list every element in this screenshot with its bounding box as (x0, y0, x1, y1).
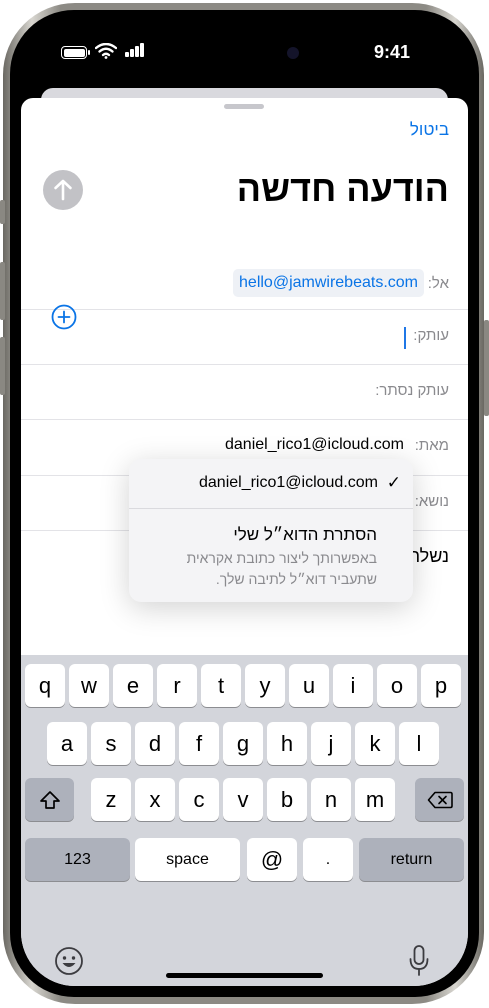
volume-down-button (0, 337, 5, 395)
key-n[interactable]: n (311, 778, 351, 821)
arrow-up-icon (54, 179, 72, 201)
key-o[interactable]: o (377, 664, 417, 707)
key-s[interactable]: s (91, 722, 131, 765)
key-p[interactable]: p (421, 664, 461, 707)
key-i[interactable]: i (333, 664, 373, 707)
text-cursor (404, 327, 406, 349)
delete-key[interactable] (415, 778, 464, 821)
delete-backward-icon (427, 791, 453, 808)
hide-my-email-title: הסתרת הדוא״ל שלי (233, 525, 377, 544)
from-label: מאת: (414, 437, 449, 454)
wifi-icon (95, 43, 117, 59)
page-title: הודעה חדשה (236, 168, 449, 209)
cancel-button[interactable]: ביטול (410, 120, 449, 140)
checkmark-icon: ✓ (386, 473, 401, 492)
home-indicator (166, 973, 323, 978)
return-key[interactable]: return (359, 838, 464, 881)
keyboard: q w e r t y u i o p a s d f g h j k l z … (21, 655, 468, 986)
status-bar: 9:41 (21, 21, 468, 81)
dot-key[interactable]: . (303, 838, 353, 881)
divider (21, 309, 468, 310)
to-field[interactable]: אל: hello@jamwirebeats.com (21, 269, 468, 330)
key-l[interactable]: l (399, 722, 439, 765)
to-label: אל: (427, 275, 449, 292)
power-button (484, 320, 489, 416)
shift-key[interactable] (25, 778, 74, 821)
key-a[interactable]: a (47, 722, 87, 765)
cc-label: עותק: (413, 327, 449, 344)
key-t[interactable]: t (201, 664, 241, 707)
bcc-field[interactable]: עותק נסתר: (21, 382, 468, 437)
menu-option-icloud-email[interactable]: ✓ daniel_rico1@icloud.com (129, 459, 413, 508)
divider (21, 419, 468, 420)
microphone-icon[interactable] (408, 944, 430, 978)
key-h[interactable]: h (267, 722, 307, 765)
side-button (0, 200, 5, 224)
key-f[interactable]: f (179, 722, 219, 765)
emoji-icon[interactable] (54, 946, 84, 976)
cc-field[interactable]: עותק: (21, 327, 468, 382)
at-key[interactable]: @ (247, 838, 297, 881)
key-r[interactable]: r (157, 664, 197, 707)
screen: 9:41 ביטול הודעה חדשה אל: hello@jamwireb… (21, 21, 468, 986)
key-m[interactable]: m (355, 778, 395, 821)
numbers-key[interactable]: 123 (25, 838, 130, 881)
key-c[interactable]: c (179, 778, 219, 821)
key-u[interactable]: u (289, 664, 329, 707)
bcc-label: עותק נסתר: (375, 382, 449, 399)
hide-my-email-description: באפשרותך ליצור כתובת אקראית שתעביר דוא״ל… (186, 550, 377, 587)
recipient-chip[interactable]: hello@jamwirebeats.com (233, 269, 424, 297)
battery-icon (61, 46, 90, 59)
front-camera (287, 47, 299, 59)
divider (21, 364, 468, 365)
message-body[interactable]: נשלח (408, 546, 449, 567)
volume-up-button (0, 262, 5, 320)
space-key[interactable]: space (135, 838, 240, 881)
key-g[interactable]: g (223, 722, 263, 765)
key-d[interactable]: d (135, 722, 175, 765)
from-address-menu: ✓ daniel_rico1@icloud.com הסתרת הדוא״ל ש… (129, 459, 413, 602)
send-button[interactable] (43, 170, 83, 210)
cellular-signal-icon (125, 43, 145, 57)
key-k[interactable]: k (355, 722, 395, 765)
key-v[interactable]: v (223, 778, 263, 821)
add-contact-button[interactable] (51, 304, 77, 330)
dynamic-island (168, 35, 325, 71)
key-e[interactable]: e (113, 664, 153, 707)
menu-option-email-label: daniel_rico1@icloud.com (199, 474, 378, 491)
sheet-grabber[interactable] (224, 104, 264, 109)
key-w[interactable]: w (69, 664, 109, 707)
key-j[interactable]: j (311, 722, 351, 765)
key-x[interactable]: x (135, 778, 175, 821)
from-value[interactable]: daniel_rico1@icloud.com (225, 436, 404, 454)
key-y[interactable]: y (245, 664, 285, 707)
key-b[interactable]: b (267, 778, 307, 821)
subject-label: נושא: (414, 493, 449, 510)
key-z[interactable]: z (91, 778, 131, 821)
shift-icon (39, 790, 60, 809)
key-q[interactable]: q (25, 664, 65, 707)
status-time: 9:41 (373, 42, 410, 62)
